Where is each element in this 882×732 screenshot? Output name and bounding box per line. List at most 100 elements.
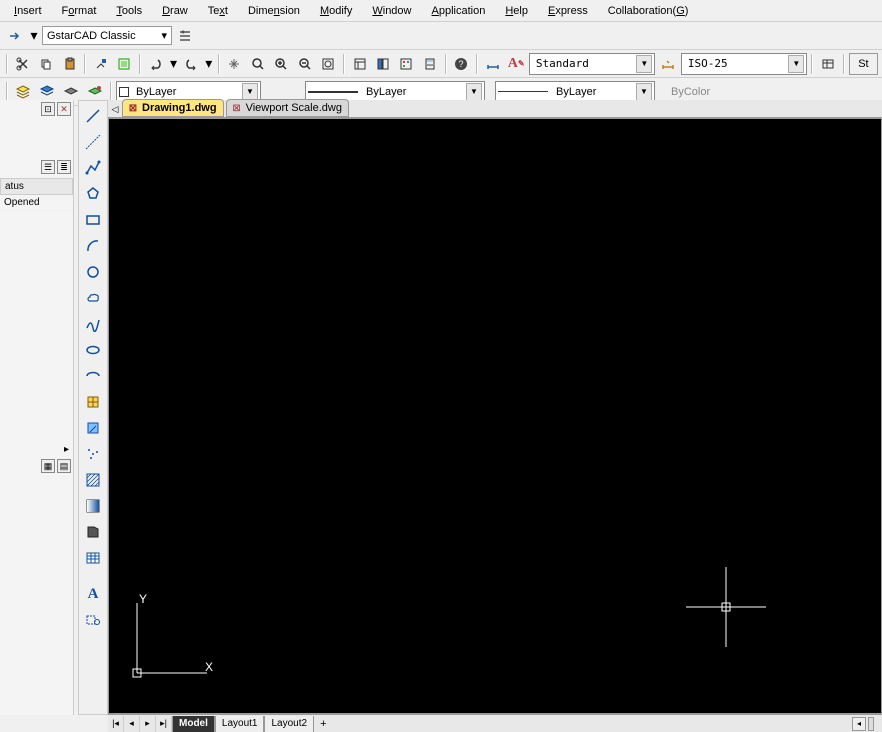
hscroll-left-icon[interactable]: ◂	[852, 717, 866, 731]
line-icon[interactable]	[82, 105, 104, 127]
list-view-icon[interactable]: ☰	[41, 160, 55, 174]
left-panel-column-status[interactable]: atus	[0, 178, 73, 195]
table-style-icon[interactable]	[817, 53, 838, 75]
menu-collaboration[interactable]: Collaboration(G)	[598, 3, 699, 19]
layer-value: ByLayer	[132, 86, 242, 98]
menu-draw[interactable]: Draw	[152, 3, 198, 19]
hscroll-thumb[interactable]	[868, 717, 874, 731]
region-icon[interactable]	[82, 521, 104, 543]
polygon-icon[interactable]	[82, 183, 104, 205]
menu-help[interactable]: Help	[495, 3, 538, 19]
pan-icon[interactable]	[224, 53, 245, 75]
svg-text:X: X	[205, 660, 213, 674]
undo-dropdown-icon[interactable]: ▾	[169, 53, 179, 75]
properties-icon[interactable]	[349, 53, 370, 75]
text-style-selector[interactable]: Standard ▼	[529, 53, 656, 75]
add-layout-tab[interactable]: +	[314, 718, 332, 730]
design-center-icon[interactable]	[372, 53, 393, 75]
ellipse-arc-icon[interactable]	[82, 365, 104, 387]
doc-tab-viewport-scale[interactable]: ⊠ Viewport Scale.dwg	[226, 99, 349, 117]
left-panel: ⊡ ✕ ☰ ≣ atus Opened ▸ ▦ ▤	[0, 100, 74, 715]
make-block-icon[interactable]	[82, 417, 104, 439]
tab-scroll-left-icon[interactable]: ◁	[108, 101, 122, 117]
nav-first-icon[interactable]: |◂	[108, 716, 124, 732]
cut-icon[interactable]	[12, 53, 33, 75]
dropdown-arrow-icon[interactable]: ▾	[28, 25, 40, 47]
block-editor-icon[interactable]	[114, 53, 135, 75]
doc-tab-label: Viewport Scale.dwg	[246, 102, 342, 114]
paste-icon[interactable]	[59, 53, 80, 75]
menu-dimension[interactable]: Dimension	[238, 3, 310, 19]
help-icon[interactable]: ?	[451, 53, 472, 75]
dim-style-value: ISO-25	[684, 57, 789, 70]
zoom-extents-icon[interactable]	[317, 53, 338, 75]
arc-icon[interactable]	[82, 235, 104, 257]
menu-tools[interactable]: Tools	[106, 3, 152, 19]
left-panel-header: ⊡ ✕	[0, 100, 73, 118]
workspace-settings-icon[interactable]	[174, 25, 196, 47]
close-icon[interactable]: ✕	[57, 102, 71, 116]
close-tab-icon[interactable]: ⊠	[127, 102, 139, 114]
pin-icon[interactable]: ⊡	[41, 102, 55, 116]
doc-tab-label: Drawing1.dwg	[142, 102, 217, 114]
calculator-icon[interactable]	[419, 53, 440, 75]
layout-tab-layout2[interactable]: Layout2	[264, 716, 314, 732]
menu-window[interactable]: Window	[362, 3, 421, 19]
preview-icon[interactable]: ▦	[41, 459, 55, 473]
redo-dropdown-icon[interactable]: ▾	[204, 53, 214, 75]
revision-cloud-icon[interactable]	[82, 287, 104, 309]
dropdown-arrow-icon: ▼	[788, 55, 804, 73]
menu-express[interactable]: Express	[538, 3, 598, 19]
details-icon[interactable]: ▤	[57, 459, 71, 473]
table-icon[interactable]	[82, 547, 104, 569]
polyline-icon[interactable]	[82, 157, 104, 179]
dim-style-icon[interactable]	[657, 53, 678, 75]
text-style-icon[interactable]: A✎	[505, 53, 526, 75]
zoom-window-icon[interactable]	[271, 53, 292, 75]
point-icon[interactable]	[82, 443, 104, 465]
nav-next-icon[interactable]: ▸	[140, 716, 156, 732]
doc-tab-drawing1[interactable]: ⊠ Drawing1.dwg	[122, 99, 224, 117]
left-panel-footer-buttons: ▦ ▤	[0, 457, 73, 475]
close-tab-icon[interactable]: ⊠	[231, 102, 243, 114]
menu-modify[interactable]: Modify	[310, 3, 362, 19]
nav-last-icon[interactable]: ▸|	[156, 716, 172, 732]
workspace-selector[interactable]: GstarCAD Classic ▾	[42, 26, 172, 45]
add-selected-icon[interactable]	[82, 609, 104, 631]
mtext-icon[interactable]: A	[82, 583, 104, 605]
undo-icon[interactable]	[145, 53, 166, 75]
menu-insert[interactable]: Insert	[4, 3, 52, 19]
match-properties-icon[interactable]	[90, 53, 111, 75]
tool-palette-icon[interactable]	[396, 53, 417, 75]
gradient-icon[interactable]	[82, 495, 104, 517]
dim-style-selector[interactable]: ISO-25 ▼	[681, 53, 808, 75]
copy-icon[interactable]	[35, 53, 56, 75]
dimension-icon[interactable]	[482, 53, 503, 75]
spline-icon[interactable]	[82, 313, 104, 335]
layout-tab-layout1[interactable]: Layout1	[215, 716, 265, 732]
nav-forward-icon[interactable]	[4, 25, 26, 47]
tree-view-icon[interactable]: ≣	[57, 160, 71, 174]
insert-block-icon[interactable]	[82, 391, 104, 413]
zoom-realtime-icon[interactable]	[247, 53, 268, 75]
construction-line-icon[interactable]	[82, 131, 104, 153]
drawing-canvas[interactable]: Y X	[108, 118, 882, 714]
expand-arrow-icon[interactable]: ▸	[64, 444, 69, 455]
menu-format[interactable]: Format	[52, 3, 107, 19]
left-panel-row-opened[interactable]: Opened	[0, 195, 73, 211]
ellipse-icon[interactable]	[82, 339, 104, 361]
zoom-previous-icon[interactable]	[294, 53, 315, 75]
toolbar-row-2: ▾ ▾ ? A✎ Standard ▼ ISO-25 ▼ St	[0, 50, 882, 78]
menu-application[interactable]: Application	[422, 3, 496, 19]
layout-tab-model[interactable]: Model	[172, 716, 215, 732]
circle-icon[interactable]	[82, 261, 104, 283]
nav-prev-icon[interactable]: ◂	[124, 716, 140, 732]
style-button[interactable]: St	[849, 53, 878, 75]
dropdown-arrow-icon: ▼	[242, 83, 258, 101]
rectangle-icon[interactable]	[82, 209, 104, 231]
hatch-icon[interactable]	[82, 469, 104, 491]
document-tab-strip: ◁ ⊠ Drawing1.dwg ⊠ Viewport Scale.dwg	[108, 100, 882, 118]
separator	[139, 54, 141, 74]
redo-icon[interactable]	[180, 53, 201, 75]
menu-text[interactable]: Text	[198, 3, 238, 19]
